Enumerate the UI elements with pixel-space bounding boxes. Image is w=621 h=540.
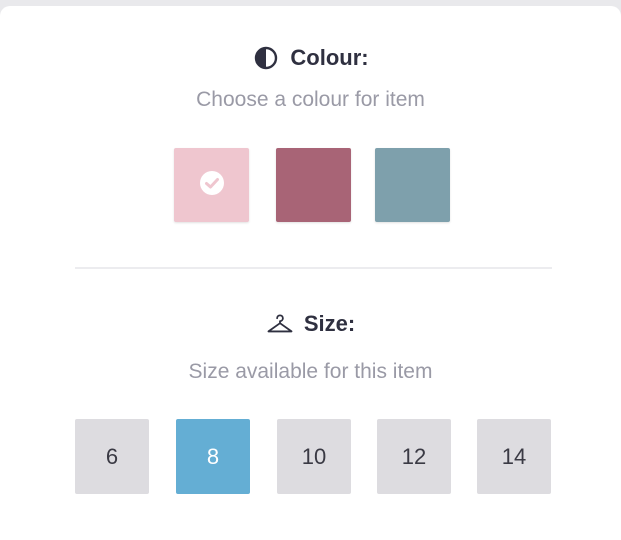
size-heading: Size: — [0, 308, 621, 340]
product-options-card: Colour: Choose a colour for item Size: S… — [0, 6, 621, 540]
size-option-8[interactable]: 8 — [176, 419, 250, 494]
check-circle-icon — [198, 169, 226, 202]
size-subtitle: Size available for this item — [188, 360, 433, 383]
hanger-icon — [266, 310, 294, 338]
colour-heading: Colour: — [0, 42, 621, 74]
contrast-icon — [252, 44, 280, 72]
size-option-6[interactable]: 6 — [75, 419, 149, 494]
size-option-10[interactable]: 10 — [277, 419, 351, 494]
size-option-14[interactable]: 14 — [477, 419, 551, 494]
colour-subtitle: Choose a colour for item — [196, 88, 425, 111]
size-title: Size: — [303, 311, 356, 336]
size-option-12[interactable]: 12 — [377, 419, 451, 494]
section-divider — [75, 267, 552, 269]
colour-title: Colour: — [290, 45, 369, 70]
colour-swatch-pink[interactable] — [174, 148, 249, 222]
colour-swatch-teal[interactable] — [375, 148, 450, 222]
colour-swatch-berry[interactable] — [276, 148, 351, 222]
